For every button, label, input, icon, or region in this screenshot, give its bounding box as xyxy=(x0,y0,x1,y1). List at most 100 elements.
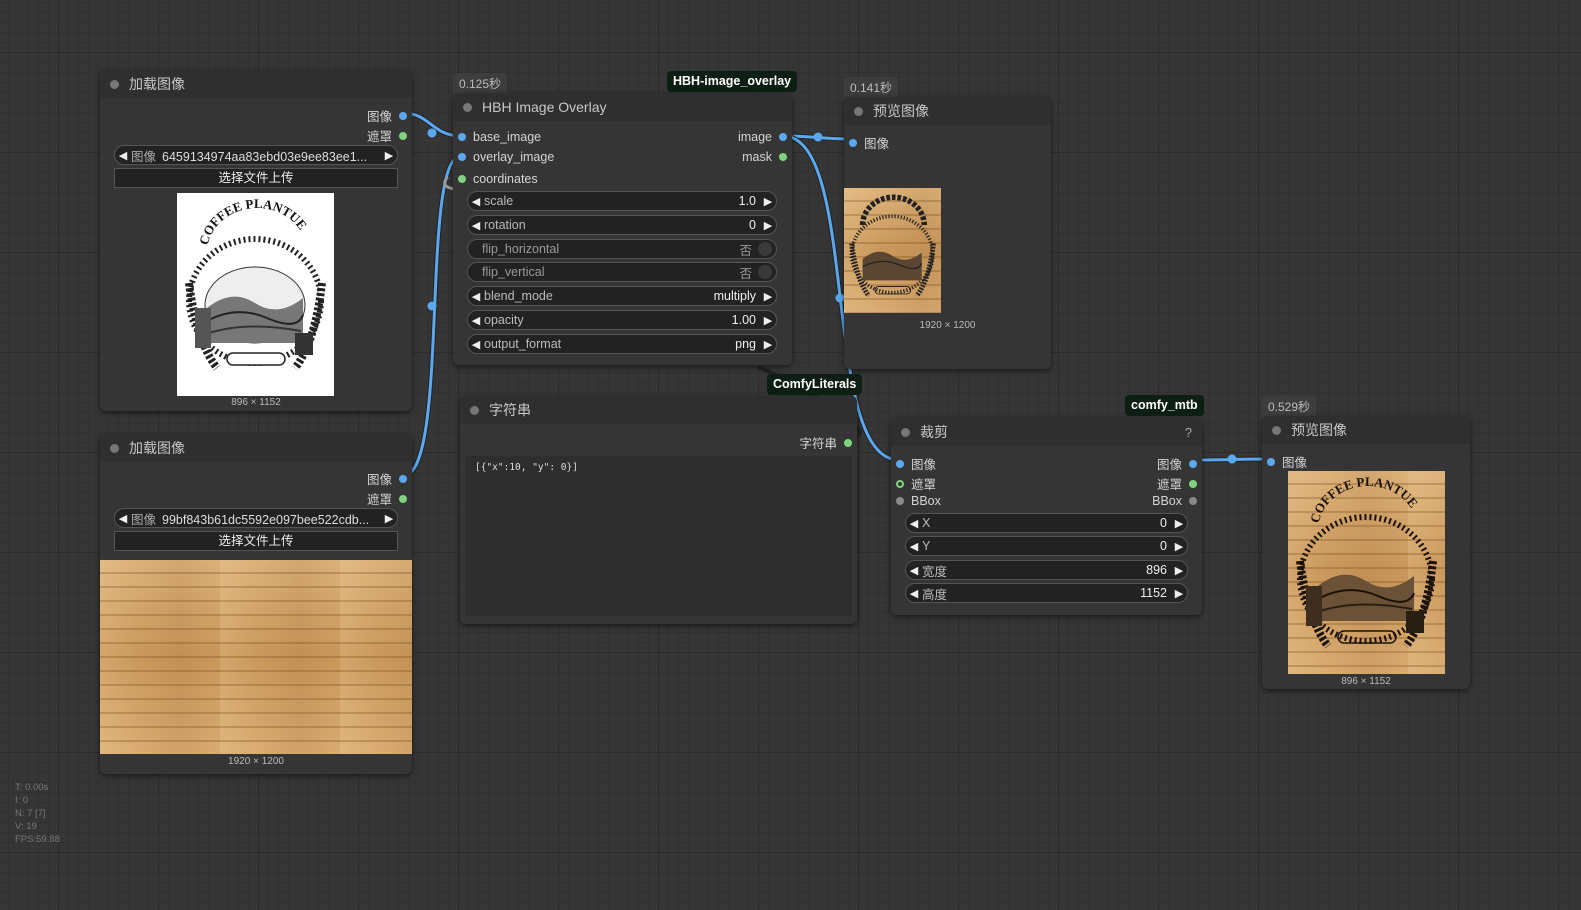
load-image-node-1[interactable]: 加载图像 图像 遮罩 ◀ 图像 6459134974aa83ebd03e9ee83… xyxy=(100,70,412,411)
flip-horizontal-toggle[interactable]: flip_horizontal 否 xyxy=(467,239,777,259)
upload-button[interactable]: 选择文件上传 xyxy=(114,168,398,188)
flip-vertical-toggle[interactable]: flip_vertical 否 xyxy=(467,262,777,282)
input-socket-icon[interactable] xyxy=(458,153,466,161)
collapse-dot-icon[interactable] xyxy=(110,79,119,89)
input-image[interactable]: 图像 xyxy=(896,454,936,473)
increment-arrow-icon[interactable]: ▶ xyxy=(760,338,776,351)
decrement-arrow-icon[interactable]: ◀ xyxy=(468,314,484,327)
output-string[interactable]: 字符串 xyxy=(799,433,852,452)
input-base-image[interactable]: base_image xyxy=(458,130,541,144)
output-mask[interactable]: 遮罩 xyxy=(367,126,407,145)
increment-arrow-icon[interactable]: ▶ xyxy=(1171,540,1187,553)
decrement-arrow-icon[interactable]: ◀ xyxy=(906,517,922,530)
output-socket-icon[interactable] xyxy=(779,153,787,161)
help-icon[interactable]: ? xyxy=(1185,425,1192,440)
upload-button[interactable]: 选择文件上传 xyxy=(114,531,398,551)
increment-arrow-icon[interactable]: ▶ xyxy=(760,219,776,232)
stat-fps: FPS:59.88 xyxy=(15,834,60,845)
increment-arrow-icon[interactable]: ▶ xyxy=(1171,564,1187,577)
output-image-socket-icon[interactable] xyxy=(399,474,407,483)
increment-arrow-icon[interactable]: ▶ xyxy=(760,314,776,327)
collapse-dot-icon[interactable] xyxy=(1272,425,1281,435)
decrement-arrow-icon[interactable]: ◀ xyxy=(906,587,922,600)
output-mask[interactable]: 遮罩 xyxy=(1157,474,1197,493)
input-mask[interactable]: 遮罩 xyxy=(896,474,936,493)
combo-left-arrow-icon[interactable]: ◀ xyxy=(115,512,131,525)
input-overlay-image[interactable]: overlay_image xyxy=(458,150,554,164)
rotation-widget[interactable]: ◀ rotation 0 ▶ xyxy=(467,215,777,235)
hbh-image-overlay-node[interactable]: HBH Image Overlay base_image overlay_ima… xyxy=(453,93,792,365)
string-textarea[interactable]: [{"x":10, "y": 0}] xyxy=(465,456,852,616)
node-title[interactable]: 预览图像 xyxy=(844,97,1051,125)
input-socket-icon[interactable] xyxy=(896,479,904,488)
node-title[interactable]: 加载图像 xyxy=(100,70,412,98)
output-mask[interactable]: 遮罩 xyxy=(367,489,407,508)
height-widget[interactable]: ◀ 高度 1152 ▶ xyxy=(905,583,1188,603)
input-socket-icon[interactable] xyxy=(896,497,904,505)
combo-right-arrow-icon[interactable]: ▶ xyxy=(381,149,397,162)
preview-image-node-1[interactable]: 预览图像 图像 1920 × 1200 xyxy=(844,97,1051,369)
decrement-arrow-icon[interactable]: ◀ xyxy=(468,338,484,351)
collapse-dot-icon[interactable] xyxy=(463,102,472,112)
output-image[interactable]: 图像 xyxy=(1157,454,1197,473)
input-socket-icon[interactable] xyxy=(1267,457,1275,466)
increment-arrow-icon[interactable]: ▶ xyxy=(760,195,776,208)
output-socket-icon[interactable] xyxy=(779,133,787,141)
x-widget[interactable]: ◀ X 0 ▶ xyxy=(905,513,1188,533)
output-image[interactable]: 图像 xyxy=(367,106,407,125)
input-socket-icon[interactable] xyxy=(849,138,857,147)
node-title[interactable]: 字符串 xyxy=(460,396,857,424)
output-mask[interactable]: mask xyxy=(742,150,787,164)
node-title[interactable]: 裁剪? xyxy=(891,418,1202,446)
collapse-dot-icon[interactable] xyxy=(110,443,119,453)
output-socket-icon[interactable] xyxy=(1189,479,1197,488)
collapse-dot-icon[interactable] xyxy=(854,106,863,116)
y-widget[interactable]: ◀ Y 0 ▶ xyxy=(905,536,1188,556)
output-mask-socket-icon[interactable] xyxy=(399,131,407,140)
preview-image-node-2[interactable]: 预览图像 图像 COFFEE PLANTUE 896 × 1152 xyxy=(1262,416,1470,689)
output-mask-socket-icon[interactable] xyxy=(399,494,407,503)
crop-node[interactable]: 裁剪? 图像 遮罩 BBox 图像 遮罩 BBox ◀ X 0 ▶ ◀ Y 0 ▶ ◀ 宽度 8… xyxy=(891,418,1202,615)
output-format-combo[interactable]: ◀ output_format png ▶ xyxy=(467,334,777,354)
node-title[interactable]: 加载图像 xyxy=(100,434,412,462)
collapse-dot-icon[interactable] xyxy=(901,427,910,437)
output-socket-icon[interactable] xyxy=(844,438,852,447)
increment-arrow-icon[interactable]: ▶ xyxy=(1171,587,1187,600)
scale-widget[interactable]: ◀ scale 1.0 ▶ xyxy=(467,191,777,211)
node-title[interactable]: HBH Image Overlay xyxy=(453,93,792,121)
input-image[interactable]: 图像 xyxy=(1267,452,1307,471)
combo-left-arrow-icon[interactable]: ◀ xyxy=(115,149,131,162)
combo-right-arrow-icon[interactable]: ▶ xyxy=(381,512,397,525)
output-socket-icon[interactable] xyxy=(1189,497,1197,505)
opacity-widget[interactable]: ◀ opacity 1.00 ▶ xyxy=(467,310,777,330)
decrement-arrow-icon[interactable]: ◀ xyxy=(468,290,484,303)
toggle-knob-icon[interactable] xyxy=(758,265,772,279)
load-image-node-2[interactable]: 加载图像 图像 遮罩 ◀ 图像 99bf843b61dc5592e097bee52… xyxy=(100,434,412,774)
decrement-arrow-icon[interactable]: ◀ xyxy=(906,564,922,577)
output-socket-icon[interactable] xyxy=(1189,459,1197,468)
width-widget[interactable]: ◀ 宽度 896 ▶ xyxy=(905,560,1188,580)
input-bbox[interactable]: BBox xyxy=(896,494,941,508)
collapse-dot-icon[interactable] xyxy=(470,405,479,415)
input-socket-icon[interactable] xyxy=(458,133,466,141)
input-socket-icon[interactable] xyxy=(458,175,466,183)
toggle-knob-icon[interactable] xyxy=(758,242,772,256)
input-coordinates[interactable]: coordinates xyxy=(458,172,538,186)
blend-mode-combo[interactable]: ◀ blend_mode multiply ▶ xyxy=(467,286,777,306)
output-image-socket-icon[interactable] xyxy=(399,111,407,120)
increment-arrow-icon[interactable]: ▶ xyxy=(1171,517,1187,530)
output-image[interactable]: 图像 xyxy=(367,469,407,488)
decrement-arrow-icon[interactable]: ◀ xyxy=(468,195,484,208)
execution-time-badge: 0.141秒 xyxy=(844,77,899,99)
increment-arrow-icon[interactable]: ▶ xyxy=(760,290,776,303)
image-file-combo[interactable]: ◀ 图像 6459134974aa83ebd03e9ee83ee1... ▶ xyxy=(114,145,398,165)
output-image[interactable]: image xyxy=(738,130,787,144)
decrement-arrow-icon[interactable]: ◀ xyxy=(468,219,484,232)
input-image[interactable]: 图像 xyxy=(849,133,889,152)
image-file-combo[interactable]: ◀ 图像 99bf843b61dc5592e097bee522cdb... ▶ xyxy=(114,508,398,528)
decrement-arrow-icon[interactable]: ◀ xyxy=(906,540,922,553)
node-title[interactable]: 预览图像 xyxy=(1262,416,1470,444)
string-node[interactable]: 字符串 字符串 [{"x":10, "y": 0}] xyxy=(460,396,857,624)
output-bbox[interactable]: BBox xyxy=(1152,494,1197,508)
input-socket-icon[interactable] xyxy=(896,459,904,468)
